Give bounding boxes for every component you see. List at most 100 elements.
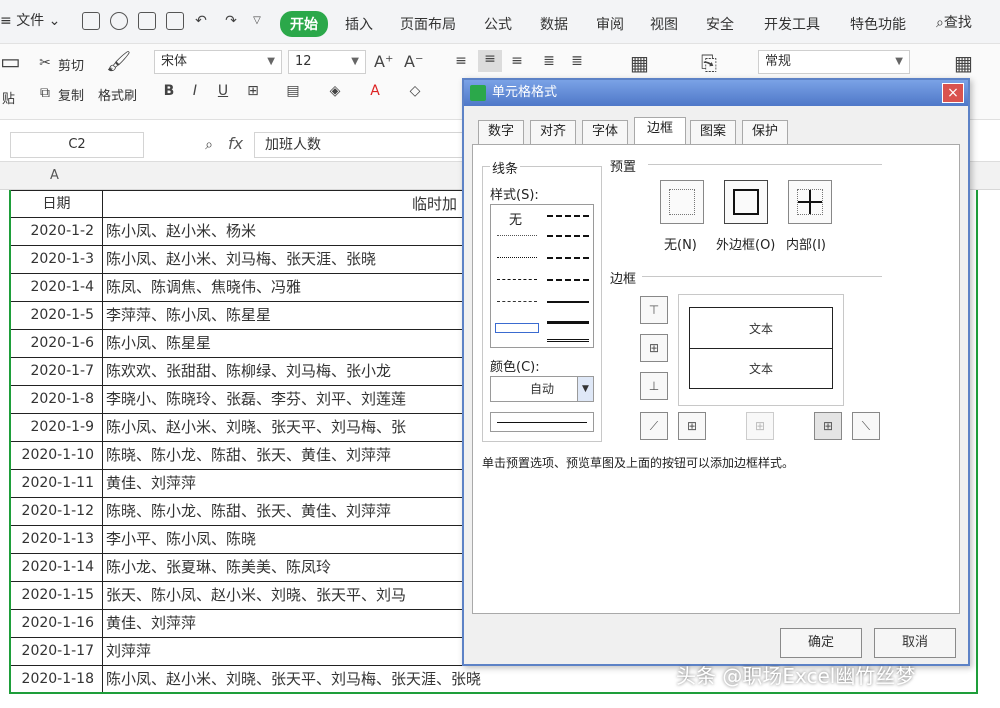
bold-icon[interactable]: B <box>160 82 178 100</box>
search-button[interactable]: ⌕查找 <box>936 12 972 32</box>
border-bottom-button[interactable]: ⊥ <box>640 372 668 400</box>
line-color-select[interactable]: 自动 ▼ <box>490 376 594 402</box>
wrap-text-icon[interactable]: ⎘ <box>700 53 718 73</box>
font-name-select[interactable]: 宋体 ▼ <box>154 50 282 74</box>
tab-page-layout[interactable]: 页面布局 <box>400 14 456 34</box>
line-style-option[interactable] <box>497 257 537 258</box>
date-cell[interactable]: 2020-1-7 <box>10 358 103 386</box>
align-middle-icon[interactable]: ≡ <box>478 50 502 72</box>
date-cell[interactable]: 2020-1-13 <box>10 526 103 554</box>
customize-quick-access-icon[interactable]: ▽ <box>248 12 266 30</box>
close-icon[interactable]: × <box>942 83 964 103</box>
line-style-option[interactable] <box>547 215 589 217</box>
names-cell[interactable]: 陈小凤、赵小米、刘晓、张天平、刘马梅、张 <box>104 414 406 442</box>
names-cell[interactable]: 陈小凤、赵小米、刘马梅、张天涯、张晓 <box>104 246 376 274</box>
date-cell[interactable]: 2020-1-4 <box>10 274 103 302</box>
export-icon[interactable] <box>110 12 128 30</box>
borders-icon[interactable]: ⊞ <box>244 82 262 100</box>
diagonal-up-button[interactable]: ⟋ <box>640 412 668 440</box>
undo-icon[interactable]: ↶ <box>192 12 210 30</box>
names-cell[interactable]: 陈小凤、赵小米、杨米 <box>104 218 256 246</box>
ok-button[interactable]: 确定 <box>780 628 862 658</box>
names-cell[interactable]: 陈小凤、陈星星 <box>104 330 211 358</box>
diagonal-down-button[interactable]: ⟍ <box>852 412 880 440</box>
names-cell[interactable]: 刘萍萍 <box>104 638 151 666</box>
indent-icon[interactable]: ≣ <box>540 52 558 70</box>
align-bottom-icon[interactable]: ≡ <box>508 52 526 70</box>
outdent-icon[interactable]: ≣ <box>568 52 586 70</box>
format-painter-button[interactable]: 格式刷 <box>98 85 137 104</box>
tab-home[interactable]: 开始 <box>280 11 328 37</box>
font-size-select[interactable]: 12 ▼ <box>288 50 366 74</box>
names-cell[interactable]: 黄佳、刘萍萍 <box>104 470 196 498</box>
cancel-button[interactable]: 取消 <box>874 628 956 658</box>
names-cell[interactable]: 李萍萍、陈小凤、陈星星 <box>104 302 271 330</box>
date-cell[interactable]: 2020-1-2 <box>10 218 103 246</box>
paste-label[interactable]: 贴 <box>2 88 15 107</box>
names-cell[interactable]: 李小平、陈小凤、陈晓 <box>104 526 256 554</box>
names-cell[interactable]: 陈晓、陈小龙、陈甜、张天、黄佳、刘萍萍 <box>104 442 391 470</box>
name-box[interactable]: C2 <box>10 132 144 158</box>
tab-number[interactable]: 数字 <box>478 120 524 144</box>
line-style-option[interactable] <box>497 301 537 302</box>
tab-review[interactable]: 审阅 <box>596 14 624 34</box>
italic-icon[interactable]: I <box>186 82 204 100</box>
copy-icon[interactable]: ⧉ <box>36 84 54 102</box>
fill-color-icon[interactable]: ◈ <box>326 82 344 100</box>
tab-protection[interactable]: 保护 <box>742 120 788 144</box>
scissors-icon[interactable]: ✂ <box>36 54 54 72</box>
zoom-icon[interactable]: ⌕ <box>200 136 218 154</box>
preset-inside-label[interactable]: 内部(I) <box>786 234 826 253</box>
increase-font-icon[interactable]: A⁺ <box>374 53 393 71</box>
date-cell[interactable]: 2020-1-6 <box>10 330 103 358</box>
names-cell[interactable]: 张天、陈小凤、赵小米、刘晓、张天平、刘马 <box>104 582 406 610</box>
line-style-option[interactable] <box>547 235 589 237</box>
border-top-button[interactable]: ⊤ <box>640 296 668 324</box>
print-preview-icon[interactable] <box>166 12 184 30</box>
names-cell[interactable]: 陈凤、陈调焦、焦晓伟、冯雅 <box>104 274 301 302</box>
date-cell[interactable]: 2020-1-16 <box>10 610 103 638</box>
border-middle-button[interactable]: ⊞ <box>640 334 668 362</box>
preset-none-button[interactable] <box>660 180 704 224</box>
date-cell[interactable]: 2020-1-14 <box>10 554 103 582</box>
tab-insert[interactable]: 插入 <box>345 14 373 34</box>
date-cell[interactable]: 2020-1-18 <box>10 666 103 694</box>
line-style-none[interactable]: 无 <box>509 209 522 228</box>
names-cell[interactable]: 陈小龙、张夏琳、陈美美、陈凤玲 <box>104 554 331 582</box>
preset-inside-button[interactable] <box>788 180 832 224</box>
save-icon[interactable] <box>82 12 100 30</box>
tab-security[interactable]: 安全 <box>706 14 734 34</box>
names-cell[interactable]: 黄佳、刘萍萍 <box>104 610 196 638</box>
line-style-list[interactable]: 无 <box>490 204 594 348</box>
preset-none-label[interactable]: 无(N) <box>664 234 697 253</box>
merge-center-icon[interactable]: ▦ <box>630 53 649 73</box>
line-style-option-selected[interactable] <box>495 323 539 333</box>
tab-border[interactable]: 边框 <box>634 117 686 145</box>
conditional-format-icon[interactable]: ▦ <box>954 53 973 73</box>
decrease-font-icon[interactable]: A⁻ <box>404 53 423 71</box>
column-header-a[interactable]: A <box>50 168 59 183</box>
date-cell[interactable]: 2020-1-17 <box>10 638 103 666</box>
underline-icon[interactable]: U <box>214 82 232 100</box>
dialog-titlebar[interactable]: 单元格格式 <box>464 80 968 106</box>
tab-alignment[interactable]: 对齐 <box>530 120 576 144</box>
line-style-option[interactable] <box>497 279 537 280</box>
line-style-option[interactable] <box>547 279 589 281</box>
format-painter-icon[interactable]: 🖌 <box>106 51 131 71</box>
date-cell[interactable]: 2020-1-9 <box>10 414 103 442</box>
tab-formulas[interactable]: 公式 <box>484 14 512 34</box>
file-menu[interactable]: ≡ 文件 ⌄ <box>0 10 60 30</box>
tab-view[interactable]: 视图 <box>650 14 678 34</box>
line-style-option[interactable] <box>547 339 589 342</box>
line-style-option[interactable] <box>547 257 589 259</box>
redo-icon[interactable]: ↷ <box>222 12 240 30</box>
tab-patterns[interactable]: 图案 <box>690 120 736 144</box>
formula-input[interactable]: 加班人数 <box>254 132 474 158</box>
tab-data[interactable]: 数据 <box>540 14 568 34</box>
align-top-icon[interactable]: ≡ <box>452 52 470 70</box>
tab-special-features[interactable]: 特色功能 <box>850 14 906 34</box>
fill-style-icon[interactable]: ▤ <box>284 82 302 100</box>
names-cell[interactable]: 李晓小、陈晓玲、张磊、李芬、刘平、刘莲莲 <box>104 386 406 414</box>
tab-font[interactable]: 字体 <box>582 120 628 144</box>
border-right-button[interactable]: ⊞ <box>814 412 842 440</box>
